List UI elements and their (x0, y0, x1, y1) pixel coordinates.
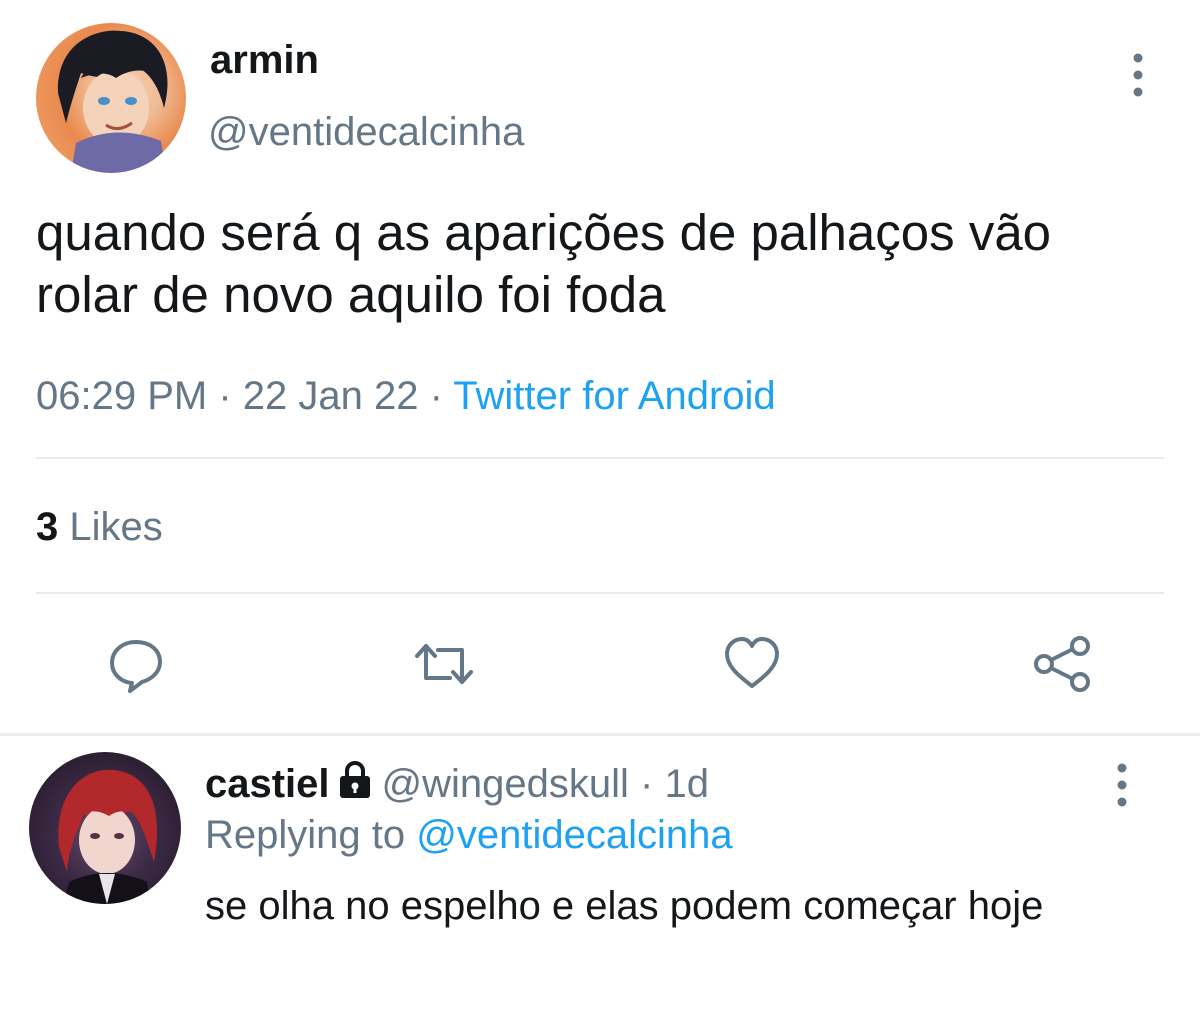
reply-author-display-name[interactable]: castiel (205, 762, 330, 806)
reply-author-avatar[interactable] (29, 752, 181, 904)
reply-author-handle[interactable]: @wingedskull (382, 762, 629, 806)
lock-icon (338, 760, 372, 800)
reply-header: castiel @wingedskull · 1d (205, 760, 709, 807)
reply-icon[interactable] (106, 634, 166, 694)
meta-separator: · (207, 374, 243, 418)
reply-avatar-illustration (58, 769, 158, 904)
likes-label: Likes (58, 505, 163, 549)
tweet-date: 22 Jan 22 (242, 374, 419, 418)
likes-count: 3 (36, 505, 59, 549)
author-avatar[interactable] (36, 23, 186, 173)
likes-stat[interactable]: 3 Likes (36, 505, 163, 550)
avatar-illustration (57, 30, 168, 173)
tweet-time: 06:29 PM (36, 374, 208, 418)
meta-separator: · (418, 374, 454, 418)
like-icon[interactable] (722, 634, 782, 694)
author-display-name[interactable]: armin (210, 38, 319, 83)
tweet-meta: 06:29 PM · 22 Jan 22 · Twitter for Andro… (36, 374, 776, 419)
reply-age: 1d (664, 762, 709, 806)
divider (36, 592, 1164, 594)
replying-to-prefix: Replying to (205, 813, 417, 857)
age-separator: · (628, 762, 665, 806)
replying-to: Replying to @ventidecalcinha (205, 813, 733, 858)
divider (36, 457, 1164, 459)
reply-text: se olha no espelho e elas podem começar … (205, 884, 1044, 928)
more-options-icon[interactable] (1118, 50, 1158, 100)
reply-more-options-icon[interactable] (1102, 760, 1142, 810)
retweet-icon[interactable] (414, 634, 474, 694)
tweet-source-link[interactable]: Twitter for Android (453, 374, 775, 418)
section-separator (0, 733, 1200, 736)
share-icon[interactable] (1032, 634, 1092, 694)
replying-to-mention[interactable]: @ventidecalcinha (416, 813, 732, 857)
tweet-text: quando será q as aparições de palhaços v… (36, 204, 1052, 323)
author-handle[interactable]: @ventidecalcinha (208, 110, 524, 155)
main-tweet: armin @ventidecalcinha quando será q as … (0, 0, 1200, 735)
